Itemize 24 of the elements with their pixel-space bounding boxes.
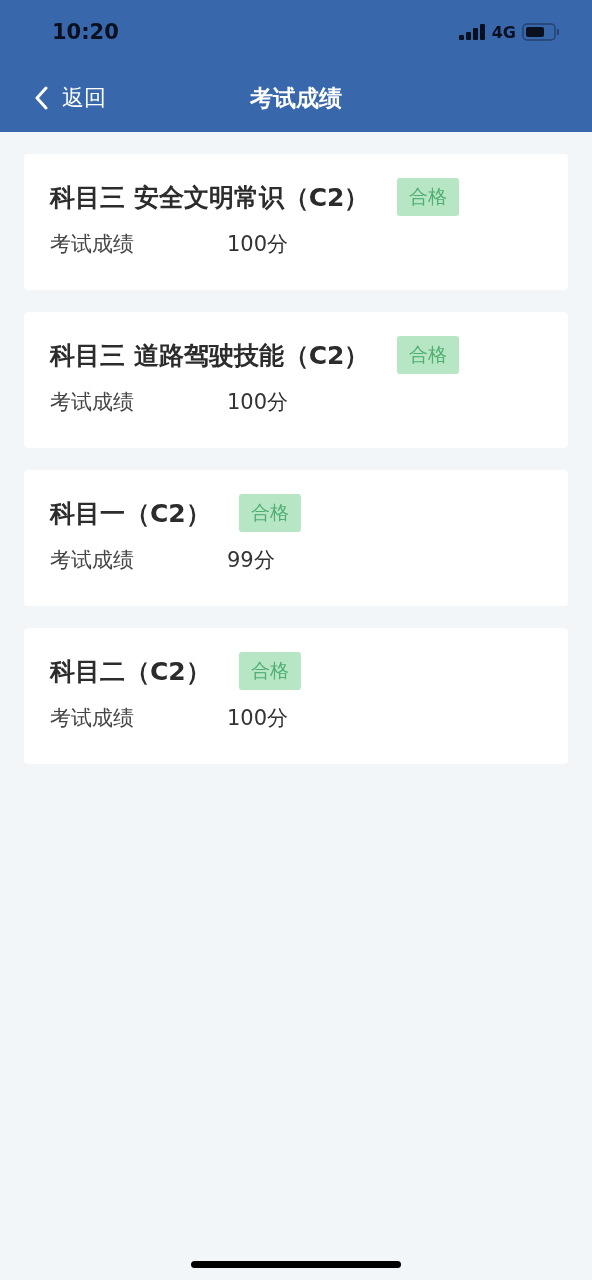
pass-badge: 合格 <box>238 652 301 690</box>
page-title: 考试成绩 <box>250 83 342 113</box>
home-indicator[interactable] <box>191 1261 401 1268</box>
subject-title: 科目一（C2） <box>50 497 211 530</box>
score-value: 99分 <box>227 547 275 574</box>
score-label: 考试成绩 <box>50 705 135 732</box>
score-value: 100分 <box>227 389 289 416</box>
subject-title: 科目三 道路驾驶技能（C2） <box>50 339 370 372</box>
back-button[interactable]: 返回 <box>34 83 106 113</box>
score-value: 100分 <box>227 705 289 732</box>
signal-icon <box>458 24 486 40</box>
score-label: 考试成绩 <box>50 389 135 416</box>
score-value: 100分 <box>227 231 289 258</box>
status-time: 10:20 <box>52 20 119 44</box>
score-label: 考试成绩 <box>50 547 135 574</box>
pass-badge: 合格 <box>238 494 301 532</box>
score-label: 考试成绩 <box>50 231 135 258</box>
subject-title: 科目二（C2） <box>50 655 211 688</box>
back-chevron-icon <box>34 86 48 110</box>
network-label: 4G <box>491 22 516 42</box>
subject-title: 科目三 安全文明常识（C2） <box>50 181 370 214</box>
pass-badge: 合格 <box>397 178 460 216</box>
pass-badge: 合格 <box>397 336 460 374</box>
battery-icon <box>522 23 560 41</box>
